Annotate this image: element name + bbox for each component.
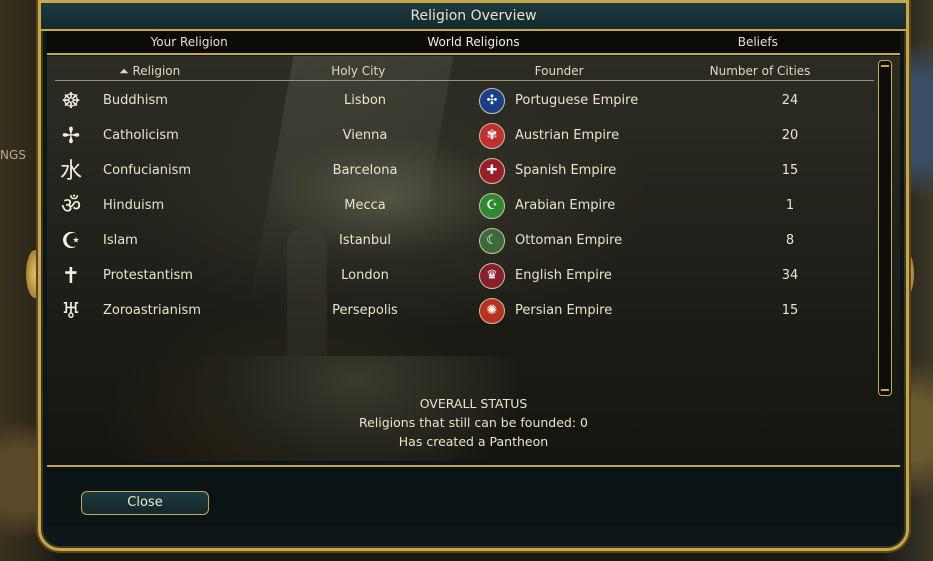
religion-name: Islam <box>103 233 138 248</box>
founder-civ: Persian Empire <box>515 303 613 318</box>
portugal-icon: ✣ <box>479 88 505 114</box>
persia-icon: ✺ <box>479 298 505 324</box>
religion-name: Protestantism <box>103 268 193 283</box>
column-header-religion[interactable]: ⏶ Religion <box>55 62 244 80</box>
tab-beliefs[interactable]: Beliefs <box>616 31 900 53</box>
founder-civ: Austrian Empire <box>515 128 620 143</box>
holy-city: Barcelona <box>332 163 398 178</box>
religion-row[interactable]: ☪ Islam Istanbul ☾ Ottoman Empire 8 <box>55 226 875 261</box>
religion-row[interactable]: ✢ Catholicism Vienna ✾ Austrian Empire 20 <box>55 121 875 156</box>
om-icon: ॐ <box>60 194 82 219</box>
religion-row[interactable]: ☸ Buddhism Lisbon ✣ Portuguese Empire 24 <box>55 86 875 121</box>
austria-icon: ✾ <box>479 123 505 149</box>
dialog-footer: Close <box>47 465 900 527</box>
ottoman-icon: ☾ <box>479 228 505 254</box>
confucian-symbol-icon: 水 <box>59 159 82 184</box>
latin-cross-icon: ✝ <box>61 264 81 289</box>
holy-city: Istanbul <box>338 233 391 248</box>
holy-city: London <box>341 268 389 283</box>
number-of-cities: 24 <box>781 93 799 108</box>
arabia-icon: ☪ <box>479 193 505 219</box>
column-header-number-of-cities[interactable]: Number of Cities <box>646 62 874 80</box>
world-religions-panel: ⏶ Religion Holy City Founder Number of C… <box>47 56 900 461</box>
religion-name: Zoroastrianism <box>103 303 201 318</box>
tab-your-religion[interactable]: Your Religion <box>47 31 331 53</box>
holy-city: Persepolis <box>332 303 398 318</box>
religion-row[interactable]: ॐ Hinduism Mecca ☪ Arabian Empire 1 <box>55 191 875 226</box>
list-scrollbar[interactable] <box>878 60 892 396</box>
number-of-cities: 15 <box>781 163 799 178</box>
column-headers: ⏶ Religion Holy City Founder Number of C… <box>55 62 874 81</box>
founder-civ: Arabian Empire <box>515 198 616 213</box>
status-heading: OVERALL STATUS <box>419 396 528 411</box>
founder-civ: Portuguese Empire <box>515 93 639 108</box>
religion-overview-dialog: Religion Overview Your Religion World Re… <box>38 0 909 551</box>
number-of-cities: 8 <box>785 233 795 248</box>
religion-list: ☸ Buddhism Lisbon ✣ Portuguese Empire 24 ✢ Cath… <box>55 86 875 331</box>
holy-city: Lisbon <box>343 93 387 108</box>
faravahar-icon: ♅ <box>61 299 81 324</box>
overall-status: OVERALL STATUS Religions that still can … <box>47 394 900 451</box>
tab-bar: Your Religion World Religions Beliefs <box>47 31 900 55</box>
holy-city: Vienna <box>342 128 388 143</box>
religion-name: Confucianism <box>103 163 192 178</box>
spain-icon: ✚ <box>479 158 505 184</box>
map-label-fragment: NGS <box>0 148 26 162</box>
england-icon: ♛ <box>479 263 505 289</box>
founder-civ: Ottoman Empire <box>515 233 623 248</box>
holy-city: Mecca <box>344 198 386 213</box>
religion-name: Catholicism <box>103 128 179 143</box>
religion-name: Hinduism <box>103 198 165 213</box>
column-header-holy-city[interactable]: Holy City <box>244 62 472 80</box>
number-of-cities: 34 <box>781 268 799 283</box>
dharma-wheel-icon: ☸ <box>61 89 81 114</box>
tab-world-religions[interactable]: World Religions <box>331 31 615 53</box>
number-of-cities: 20 <box>781 128 799 143</box>
founder-civ: English Empire <box>515 268 612 283</box>
number-of-cities: 1 <box>785 198 795 213</box>
religion-row[interactable]: ✝ Protestantism London ♛ English Empire 34 <box>55 261 875 296</box>
dialog-title: Religion Overview <box>41 3 906 31</box>
status-pantheon: Has created a Pantheon <box>398 434 549 449</box>
founder-civ: Spanish Empire <box>515 163 617 178</box>
crescent-icon: ☪ <box>61 229 81 254</box>
close-button[interactable]: Close <box>81 491 209 515</box>
catholic-cross-icon: ✢ <box>61 124 81 149</box>
sort-ascending-icon: ⏶ <box>119 64 133 78</box>
religion-row[interactable]: 水 Confucianism Barcelona ✚ Spanish Empire 15 <box>55 156 875 191</box>
religion-name: Buddhism <box>103 93 168 108</box>
column-header-founder[interactable]: Founder <box>472 62 646 80</box>
number-of-cities: 15 <box>781 303 799 318</box>
religion-row[interactable]: ♅ Zoroastrianism Persepolis ✺ Persian Empire… <box>55 296 875 331</box>
status-founding-count: Religions that still can be founded: 0 <box>358 415 588 430</box>
